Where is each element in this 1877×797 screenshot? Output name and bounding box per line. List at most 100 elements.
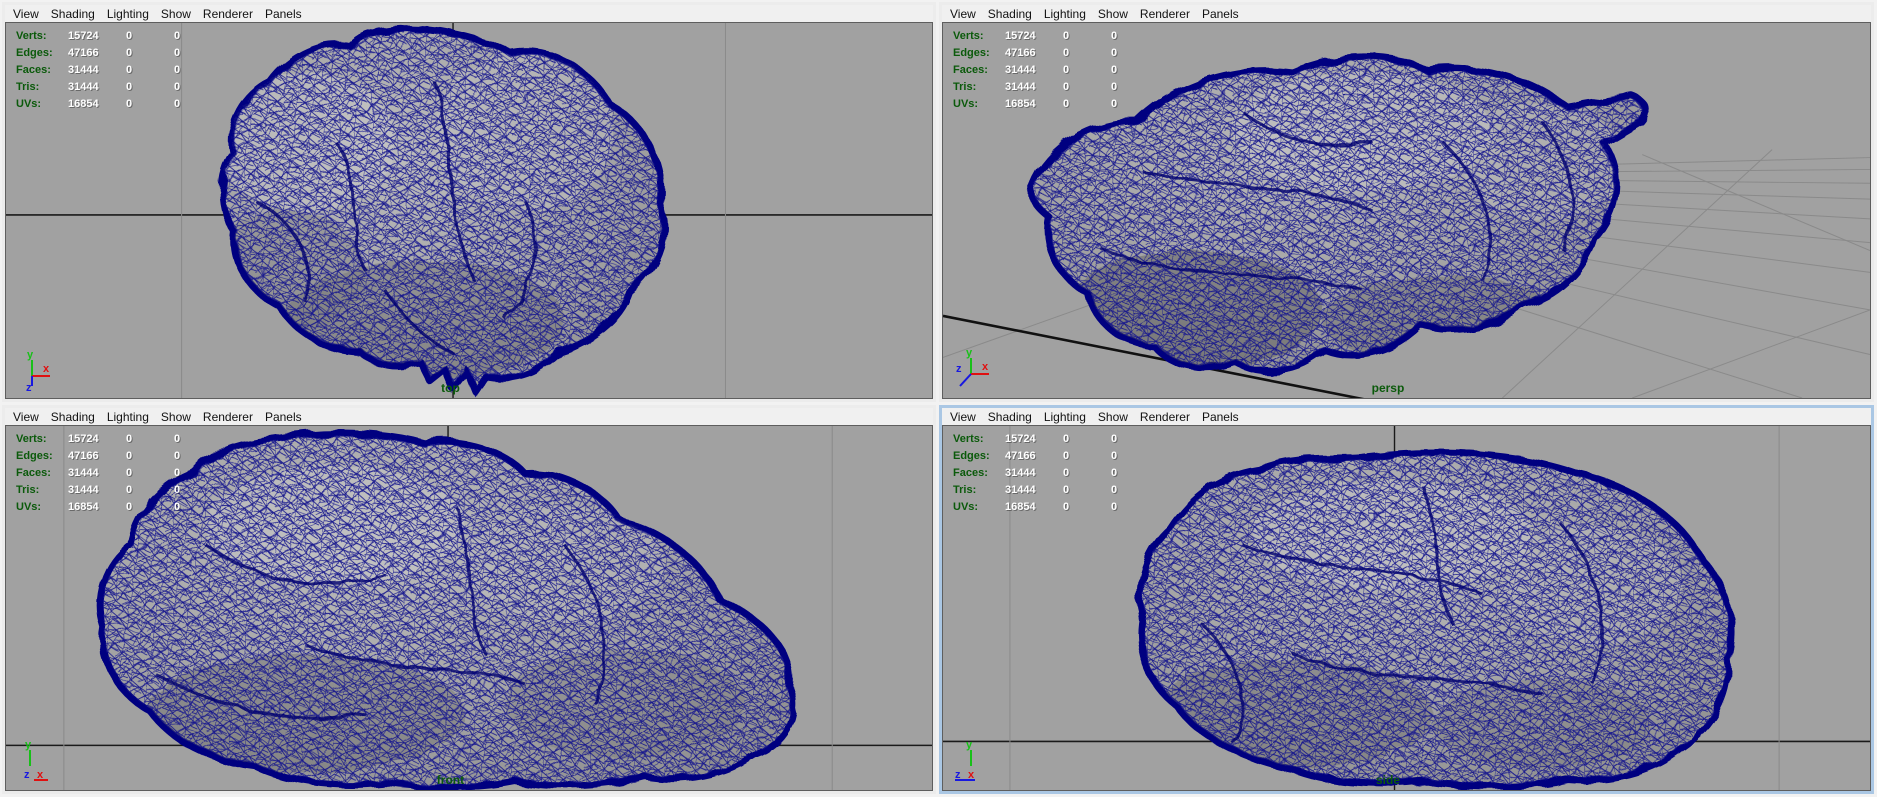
viewport-menubar: View Shading Lighting Show Renderer Panels bbox=[5, 5, 933, 22]
menu-view[interactable]: View bbox=[13, 7, 39, 21]
hud-value: 0 bbox=[1111, 64, 1118, 76]
hud-label: Edges: bbox=[16, 450, 53, 462]
hud-value: 0 bbox=[1063, 433, 1070, 445]
axis-gizmo-side: y z x bbox=[955, 739, 975, 781]
hud-label: Edges: bbox=[953, 450, 990, 462]
hud-value: 0 bbox=[1111, 467, 1118, 479]
menu-shading[interactable]: Shading bbox=[51, 410, 95, 424]
hud-value: 0 bbox=[1111, 433, 1118, 445]
menu-renderer[interactable]: Renderer bbox=[203, 7, 253, 21]
menu-shading[interactable]: Shading bbox=[988, 410, 1032, 424]
axis-x-label: x bbox=[37, 769, 44, 781]
viewport-top[interactable]: View Shading Lighting Show Renderer Panels bbox=[2, 2, 936, 402]
menu-show[interactable]: Show bbox=[161, 410, 191, 424]
menu-renderer[interactable]: Renderer bbox=[203, 410, 253, 424]
hud-value: 0 bbox=[1063, 64, 1070, 76]
hud-value: 31444 bbox=[1005, 81, 1036, 93]
axis-y-label: y bbox=[27, 349, 34, 361]
menu-lighting[interactable]: Lighting bbox=[107, 7, 149, 21]
hud-value: 0 bbox=[174, 501, 181, 513]
viewport-canvas-persp[interactable]: Verts: 15724 0 0 Edges: 47166 0 0 Faces: 31444 0 0 T… bbox=[942, 22, 1871, 399]
hud-value: 16854 bbox=[68, 501, 99, 513]
hud-value: 0 bbox=[174, 81, 181, 93]
hud-value: 0 bbox=[174, 47, 181, 59]
hud-value: 15724 bbox=[1005, 433, 1036, 445]
hud-value: 0 bbox=[1063, 467, 1070, 479]
view-name-label: front bbox=[436, 773, 465, 787]
hud-value: 15724 bbox=[68, 30, 99, 42]
axis-x-label: x bbox=[43, 363, 50, 375]
hud-value: 15724 bbox=[68, 433, 99, 445]
hud-value: 0 bbox=[126, 47, 133, 59]
hud-value: 0 bbox=[1111, 81, 1118, 93]
menu-view[interactable]: View bbox=[950, 410, 976, 424]
view-name-label: top bbox=[441, 381, 460, 395]
viewport-canvas-top[interactable]: Verts: 15724 0 0 Edges: 47166 0 0 Faces: 31444 0 0 T… bbox=[5, 22, 933, 399]
hud-label: UVs: bbox=[953, 98, 979, 110]
maya-four-view-workspace: View Shading Lighting Show Renderer Panels bbox=[0, 0, 1877, 797]
hud-label: Verts: bbox=[16, 433, 47, 445]
hud-value: 0 bbox=[126, 433, 133, 445]
hud-value: 0 bbox=[1111, 30, 1118, 42]
hud-label: Faces: bbox=[16, 467, 51, 479]
axis-z-label: z bbox=[955, 769, 961, 781]
menu-lighting[interactable]: Lighting bbox=[107, 410, 149, 424]
hud-value: 47166 bbox=[1005, 47, 1036, 59]
hud-value: 0 bbox=[174, 98, 181, 110]
hud-value: 31444 bbox=[68, 81, 99, 93]
viewport-front[interactable]: View Shading Lighting Show Renderer Panels bbox=[2, 405, 936, 794]
hud-value: 31444 bbox=[1005, 64, 1036, 76]
axis-y-label: y bbox=[25, 739, 32, 751]
hud-value: 0 bbox=[1063, 98, 1070, 110]
hud-label: Tris: bbox=[953, 484, 977, 496]
poly-count-hud: Verts: 15724 0 0 Edges: 47166 0 0 Faces: 31444 0 0 T… bbox=[953, 433, 1159, 513]
axis-x-label: x bbox=[982, 361, 989, 373]
axis-gizmo-top: y x z bbox=[26, 349, 50, 392]
hud-label: Verts: bbox=[953, 30, 984, 42]
menu-show[interactable]: Show bbox=[161, 7, 191, 21]
hud-label: Verts: bbox=[953, 433, 984, 445]
menu-shading[interactable]: Shading bbox=[988, 7, 1032, 21]
menu-renderer[interactable]: Renderer bbox=[1140, 410, 1190, 424]
hud-value: 0 bbox=[174, 484, 181, 496]
viewport-canvas-side[interactable]: Verts: 15724 0 0 Edges: 47166 0 0 Faces: 31444 0 0 T… bbox=[942, 425, 1871, 791]
menu-renderer[interactable]: Renderer bbox=[1140, 7, 1190, 21]
hud-value: 31444 bbox=[68, 484, 99, 496]
axis-gizmo-persp: y x z bbox=[956, 347, 989, 387]
hud-value: 0 bbox=[126, 484, 133, 496]
viewport-menubar: View Shading Lighting Show Renderer Panels bbox=[942, 5, 1871, 22]
menu-view[interactable]: View bbox=[13, 410, 39, 424]
hud-value: 31444 bbox=[1005, 467, 1036, 479]
hud-value: 31444 bbox=[68, 64, 99, 76]
menu-panels[interactable]: Panels bbox=[1202, 7, 1239, 21]
hud-label: UVs: bbox=[16, 98, 42, 110]
wireframe-mesh-top bbox=[206, 29, 664, 391]
viewport-canvas-front[interactable]: Verts: 15724 0 0 Edges: 47166 0 0 Faces: 31444 0 0 T… bbox=[5, 425, 933, 791]
menu-view[interactable]: View bbox=[950, 7, 976, 21]
menu-panels[interactable]: Panels bbox=[265, 7, 302, 21]
hud-value: 16854 bbox=[1005, 98, 1036, 110]
menu-panels[interactable]: Panels bbox=[265, 410, 302, 424]
hud-value: 0 bbox=[1063, 484, 1070, 496]
hud-value: 0 bbox=[126, 450, 133, 462]
menu-lighting[interactable]: Lighting bbox=[1044, 7, 1086, 21]
menu-panels[interactable]: Panels bbox=[1202, 410, 1239, 424]
menu-shading[interactable]: Shading bbox=[51, 7, 95, 21]
menu-show[interactable]: Show bbox=[1098, 7, 1128, 21]
view-name-label: persp bbox=[1371, 381, 1405, 395]
viewport-menubar: View Shading Lighting Show Renderer Panels bbox=[942, 408, 1871, 425]
hud-label: UVs: bbox=[953, 501, 979, 513]
hud-value: 47166 bbox=[1005, 450, 1036, 462]
menu-show[interactable]: Show bbox=[1098, 410, 1128, 424]
menu-lighting[interactable]: Lighting bbox=[1044, 410, 1086, 424]
hud-value: 0 bbox=[1111, 484, 1118, 496]
hud-label: Faces: bbox=[953, 467, 988, 479]
viewport-persp[interactable]: View Shading Lighting Show Renderer Panels bbox=[939, 2, 1874, 402]
hud-value: 0 bbox=[1063, 47, 1070, 59]
hud-value: 47166 bbox=[68, 450, 99, 462]
hud-value: 47166 bbox=[68, 47, 99, 59]
hud-value: 0 bbox=[174, 64, 181, 76]
poly-count-hud: Verts: 15724 0 0 Edges: 47166 0 0 Faces: 31444 0 0 T… bbox=[16, 433, 222, 513]
viewport-side[interactable]: View Shading Lighting Show Renderer Panels bbox=[939, 405, 1874, 794]
hud-value: 0 bbox=[1063, 501, 1070, 513]
